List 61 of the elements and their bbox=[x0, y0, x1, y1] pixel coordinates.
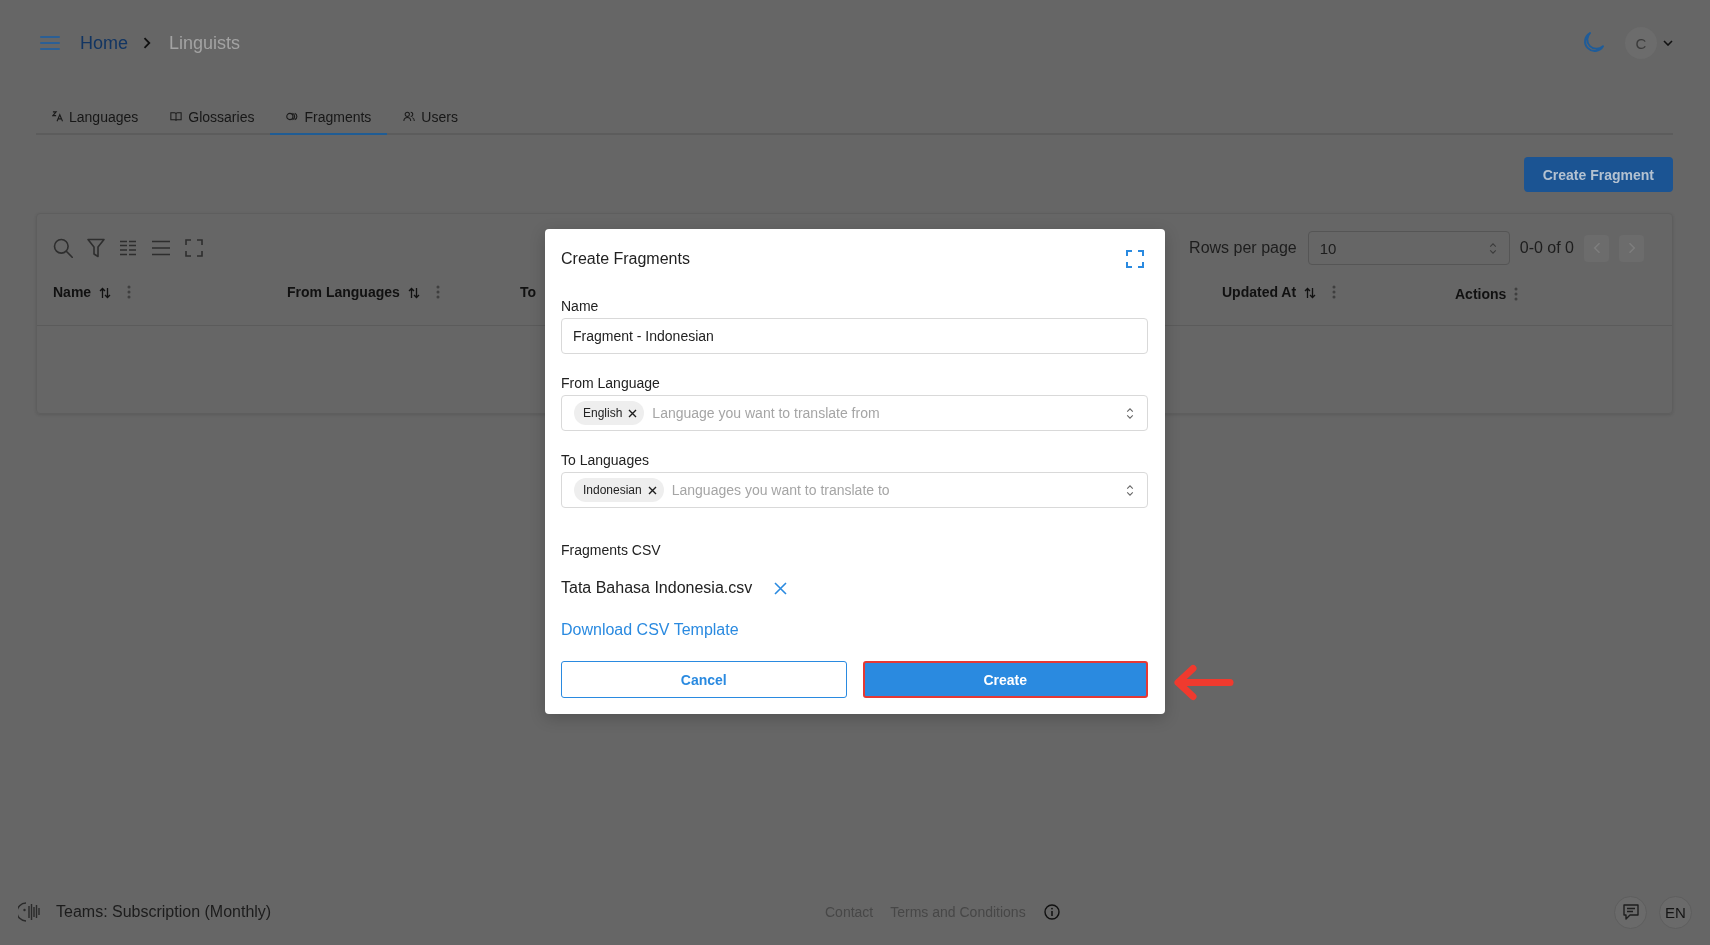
page-range: 0-0 of 0 bbox=[1519, 239, 1574, 257]
select-arrows-icon bbox=[1126, 483, 1134, 497]
filter-icon[interactable] bbox=[87, 238, 105, 258]
dialog-title: Create Fragments bbox=[561, 250, 690, 268]
translate-icon bbox=[52, 111, 63, 122]
columns-icon[interactable] bbox=[119, 240, 137, 256]
language-select[interactable]: English Language you want to translate from bbox=[561, 395, 1148, 431]
search-icon[interactable] bbox=[53, 238, 73, 258]
column-header: To bbox=[520, 283, 537, 301]
language-select[interactable]: Indonesian Languages you want to translate to bbox=[561, 472, 1148, 508]
field-label: Name bbox=[561, 298, 599, 314]
info-icon[interactable] bbox=[1043, 904, 1060, 920]
chat-icon bbox=[1621, 903, 1640, 921]
more-icon[interactable] bbox=[127, 285, 132, 299]
chevron-right-icon bbox=[143, 37, 151, 49]
tab[interactable]: Fragments bbox=[270, 100, 388, 135]
fullscreen-icon[interactable] bbox=[185, 239, 203, 257]
sort-icon[interactable] bbox=[1304, 287, 1317, 299]
fullscreen-icon[interactable] bbox=[1126, 250, 1144, 268]
rows-per-page-select[interactable]: 10 bbox=[1307, 231, 1510, 265]
language-search-input[interactable]: Languages you want to translate to bbox=[671, 482, 1118, 498]
file-name: Tata Bahasa Indonesia.csv bbox=[561, 579, 753, 597]
download-template-link[interactable]: Download CSV Template bbox=[561, 621, 739, 638]
chat-button[interactable] bbox=[1614, 895, 1647, 929]
create-fragment-button[interactable]: Create Fragment bbox=[1523, 157, 1673, 192]
subscription-text: Teams: Subscription (Monthly) bbox=[56, 903, 272, 921]
rows-per-page-label: Rows per page bbox=[1189, 239, 1297, 257]
more-icon[interactable] bbox=[435, 285, 440, 299]
tab[interactable]: Users bbox=[387, 100, 474, 135]
breadcrumb-current: Linguists bbox=[169, 32, 241, 54]
sort-icon[interactable] bbox=[99, 287, 112, 299]
cancel-button[interactable]: Cancel bbox=[561, 661, 847, 698]
field-label: From Language bbox=[561, 375, 660, 391]
rings-icon bbox=[286, 112, 299, 121]
field-label: To Languages bbox=[561, 452, 649, 468]
chip-label: English bbox=[583, 406, 623, 420]
name-input[interactable]: Fragment - Indonesian bbox=[561, 318, 1148, 354]
density-icon[interactable] bbox=[151, 240, 171, 256]
language-button[interactable]: EN bbox=[1659, 895, 1692, 929]
close-icon[interactable] bbox=[647, 485, 657, 495]
select-arrows-icon bbox=[1488, 241, 1497, 255]
column-header: From Languages bbox=[287, 283, 400, 301]
field-label: Fragments CSV bbox=[561, 542, 661, 558]
more-icon[interactable] bbox=[1332, 285, 1337, 299]
column-header: Updated At bbox=[1222, 283, 1297, 301]
caret-icon[interactable] bbox=[1663, 40, 1673, 46]
users-icon bbox=[403, 111, 416, 122]
column-header: Actions bbox=[1455, 285, 1507, 303]
more-icon[interactable] bbox=[1514, 287, 1519, 301]
sort-icon[interactable] bbox=[407, 287, 420, 299]
logo-icon bbox=[18, 900, 42, 924]
language-search-input[interactable]: Language you want to translate from bbox=[652, 405, 1118, 421]
close-icon[interactable] bbox=[628, 408, 638, 418]
select-arrows-icon bbox=[1126, 406, 1134, 420]
create-button[interactable]: Create bbox=[862, 661, 1148, 698]
tab[interactable]: Glossaries bbox=[154, 100, 271, 135]
chip-label: Indonesian bbox=[583, 483, 642, 497]
column-header: Name bbox=[53, 283, 92, 301]
book-icon bbox=[170, 111, 183, 122]
breadcrumb-link[interactable]: Home bbox=[80, 32, 128, 54]
tab[interactable]: Languages bbox=[36, 100, 155, 135]
